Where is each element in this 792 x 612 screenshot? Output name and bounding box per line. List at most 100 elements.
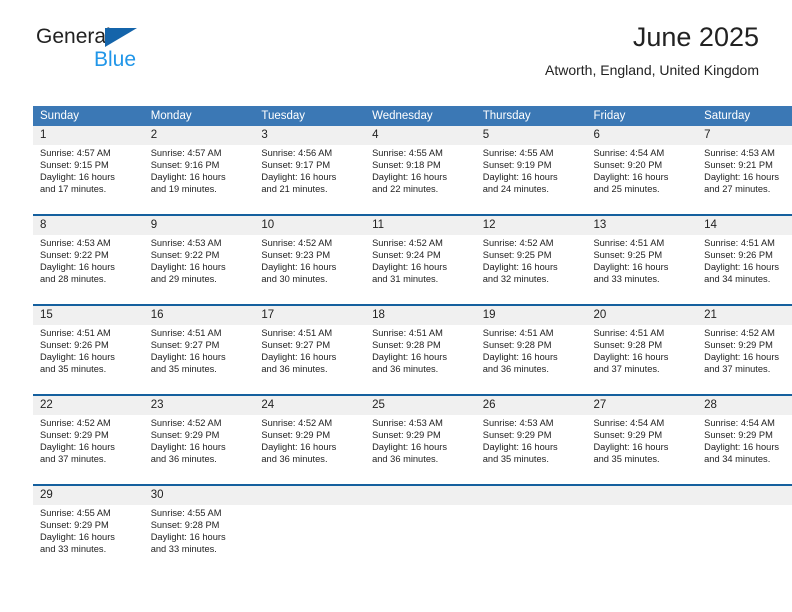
sunset-text: Sunset: 9:26 PM bbox=[704, 249, 773, 260]
day-number: 24 bbox=[254, 394, 366, 415]
daylight-text-cont: and 36 minutes. bbox=[150, 453, 217, 464]
daylight-text-cont: and 35 minutes. bbox=[482, 453, 549, 464]
day-cell: Sunrise: 4:54 AM Sunset: 9:29 PM Dayligh… bbox=[586, 415, 698, 485]
daylight-text: Daylight: 16 hours bbox=[372, 261, 447, 272]
day-number-empty bbox=[254, 484, 366, 505]
day-number: 15 bbox=[33, 304, 144, 325]
sunrise-text: Sunrise: 4:53 AM bbox=[40, 238, 111, 248]
day-number: 22 bbox=[33, 394, 144, 415]
day-cell: Sunrise: 4:55 AM Sunset: 9:18 PM Dayligh… bbox=[365, 145, 476, 215]
sunset-text: Sunset: 9:29 PM bbox=[704, 429, 773, 440]
daylight-text-cont: and 29 minutes. bbox=[150, 273, 217, 284]
daylight-text: Daylight: 16 hours bbox=[261, 261, 337, 272]
day-cell: Sunrise: 4:51 AM Sunset: 9:28 PM Dayligh… bbox=[475, 325, 587, 395]
sunset-text: Sunset: 9:23 PM bbox=[261, 249, 331, 260]
day-cell: Sunrise: 4:52 AM Sunset: 9:23 PM Dayligh… bbox=[254, 235, 366, 305]
day-number: 1 bbox=[33, 126, 144, 145]
day-cell: Sunrise: 4:51 AM Sunset: 9:25 PM Dayligh… bbox=[586, 235, 698, 305]
sunset-text: Sunset: 9:17 PM bbox=[261, 159, 331, 170]
day-number: 9 bbox=[143, 214, 255, 235]
sunset-text: Sunset: 9:27 PM bbox=[150, 339, 220, 350]
daylight-text: Daylight: 16 hours bbox=[150, 351, 226, 362]
daylight-text-cont: and 22 minutes. bbox=[372, 183, 439, 194]
sunrise-text: Sunrise: 4:54 AM bbox=[593, 418, 665, 428]
week-number-row: 8 9 10 11 12 13 14 bbox=[33, 214, 792, 235]
week-number-row: 1 2 3 4 5 6 7 bbox=[33, 126, 792, 145]
day-number: 12 bbox=[475, 214, 587, 235]
daylight-text-cont: and 36 minutes. bbox=[261, 363, 328, 374]
sunset-text: Sunset: 9:28 PM bbox=[593, 339, 663, 350]
daylight-text-cont: and 30 minutes. bbox=[261, 273, 328, 284]
sunrise-text: Sunrise: 4:51 AM bbox=[150, 328, 222, 338]
day-number: 21 bbox=[697, 304, 792, 325]
day-cell: Sunrise: 4:54 AM Sunset: 9:20 PM Dayligh… bbox=[586, 145, 698, 215]
day-cell: Sunrise: 4:53 AM Sunset: 9:22 PM Dayligh… bbox=[33, 235, 144, 305]
day-number: 19 bbox=[475, 304, 587, 325]
day-cell: Sunrise: 4:51 AM Sunset: 9:27 PM Dayligh… bbox=[143, 325, 255, 395]
day-cell: Sunrise: 4:51 AM Sunset: 9:27 PM Dayligh… bbox=[254, 325, 366, 395]
daylight-text-cont: and 19 minutes. bbox=[150, 183, 217, 194]
daylight-text: Daylight: 16 hours bbox=[372, 171, 447, 182]
weekday-header-thursday: Thursday bbox=[475, 106, 587, 126]
daylight-text-cont: and 36 minutes. bbox=[261, 453, 328, 464]
day-cell: Sunrise: 4:55 AM Sunset: 9:19 PM Dayligh… bbox=[475, 145, 587, 215]
day-number: 25 bbox=[365, 394, 476, 415]
sunset-text: Sunset: 9:29 PM bbox=[150, 429, 220, 440]
day-number: 30 bbox=[143, 484, 255, 505]
daylight-text: Daylight: 16 hours bbox=[372, 441, 447, 452]
general-blue-logo: General Blue bbox=[36, 26, 156, 74]
daylight-text-cont: and 33 minutes. bbox=[150, 543, 217, 554]
daylight-text-cont: and 32 minutes. bbox=[482, 273, 549, 284]
sunrise-text: Sunrise: 4:54 AM bbox=[593, 148, 665, 158]
sunrise-text: Sunrise: 4:51 AM bbox=[40, 328, 111, 338]
sunset-text: Sunset: 9:29 PM bbox=[593, 429, 663, 440]
sunset-text: Sunset: 9:28 PM bbox=[372, 339, 441, 350]
sunset-text: Sunset: 9:29 PM bbox=[40, 429, 109, 440]
sunrise-text: Sunrise: 4:54 AM bbox=[704, 418, 775, 428]
daylight-text-cont: and 31 minutes. bbox=[372, 273, 439, 284]
daylight-text: Daylight: 16 hours bbox=[593, 261, 669, 272]
daylight-text-cont: and 33 minutes. bbox=[593, 273, 660, 284]
sunset-text: Sunset: 9:15 PM bbox=[40, 159, 109, 170]
daylight-text-cont: and 35 minutes. bbox=[593, 453, 660, 464]
day-number-empty bbox=[365, 484, 476, 505]
daylight-text-cont: and 25 minutes. bbox=[593, 183, 660, 194]
weekday-header-monday: Monday bbox=[143, 106, 255, 126]
daylight-text-cont: and 27 minutes. bbox=[704, 183, 771, 194]
daylight-text: Daylight: 16 hours bbox=[704, 171, 780, 182]
day-number: 17 bbox=[254, 304, 366, 325]
sunset-text: Sunset: 9:24 PM bbox=[372, 249, 441, 260]
daylight-text: Daylight: 16 hours bbox=[40, 531, 115, 542]
daylight-text-cont: and 35 minutes. bbox=[150, 363, 217, 374]
day-cell: Sunrise: 4:51 AM Sunset: 9:26 PM Dayligh… bbox=[697, 235, 792, 305]
sunrise-text: Sunrise: 4:51 AM bbox=[704, 238, 775, 248]
weekday-header-wednesday: Wednesday bbox=[365, 106, 476, 126]
day-cell: Sunrise: 4:54 AM Sunset: 9:29 PM Dayligh… bbox=[697, 415, 792, 485]
sunrise-text: Sunrise: 4:57 AM bbox=[40, 148, 111, 158]
sunset-text: Sunset: 9:29 PM bbox=[704, 339, 773, 350]
weekday-header-sunday: Sunday bbox=[33, 106, 144, 126]
sunrise-text: Sunrise: 4:52 AM bbox=[704, 328, 775, 338]
daylight-text-cont: and 34 minutes. bbox=[704, 453, 771, 464]
week-number-row: 22 23 24 25 26 27 28 bbox=[33, 394, 792, 415]
daylight-text-cont: and 17 minutes. bbox=[40, 183, 107, 194]
sunset-text: Sunset: 9:29 PM bbox=[372, 429, 441, 440]
daylight-text: Daylight: 16 hours bbox=[40, 171, 115, 182]
sunset-text: Sunset: 9:19 PM bbox=[482, 159, 552, 170]
sunset-text: Sunset: 9:21 PM bbox=[704, 159, 773, 170]
sunset-text: Sunset: 9:29 PM bbox=[40, 519, 109, 530]
daylight-text-cont: and 37 minutes. bbox=[704, 363, 771, 374]
day-number: 2 bbox=[143, 126, 255, 145]
logo-text-general: General bbox=[36, 26, 156, 47]
daylight-text-cont: and 36 minutes. bbox=[482, 363, 549, 374]
daylight-text-cont: and 36 minutes. bbox=[372, 363, 439, 374]
day-cell-empty bbox=[586, 505, 698, 574]
daylight-text-cont: and 24 minutes. bbox=[482, 183, 549, 194]
weekday-header-saturday: Saturday bbox=[697, 106, 792, 126]
day-cell-empty bbox=[365, 505, 476, 574]
day-cell: Sunrise: 4:52 AM Sunset: 9:29 PM Dayligh… bbox=[697, 325, 792, 395]
sunrise-text: Sunrise: 4:51 AM bbox=[372, 328, 443, 338]
weekday-header-friday: Friday bbox=[586, 106, 698, 126]
logo-general-label: General bbox=[36, 25, 111, 48]
daylight-text: Daylight: 16 hours bbox=[150, 531, 226, 542]
